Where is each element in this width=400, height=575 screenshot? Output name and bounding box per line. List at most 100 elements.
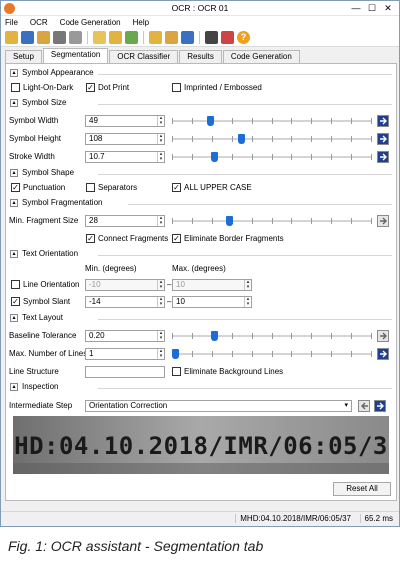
stroke-width-autodetect-button[interactable] <box>377 151 389 163</box>
save-icon[interactable] <box>21 31 34 44</box>
slider-thumb[interactable] <box>211 331 218 341</box>
tab-segmentation[interactable]: Segmentation <box>42 48 109 63</box>
slider-tick <box>291 351 292 357</box>
symbol-width-spinbox[interactable]: 49 ▴ ▾ <box>85 115 165 127</box>
tab-results[interactable]: Results <box>179 50 222 63</box>
symbol-width-slider[interactable] <box>172 115 372 127</box>
minimize-button[interactable]: — <box>349 2 363 14</box>
min-fragment-size-label: Min. Fragment Size <box>9 216 79 225</box>
slider-thumb[interactable] <box>238 134 245 144</box>
line-orientation-checkbox[interactable] <box>11 280 20 289</box>
separators-checkbox[interactable] <box>86 183 95 192</box>
close-button[interactable]: ✕ <box>381 2 395 14</box>
menu-code-generation[interactable]: Code Generation <box>60 18 121 27</box>
settings-icon[interactable] <box>69 31 82 44</box>
text-check-icon[interactable] <box>205 31 218 44</box>
slider-thumb[interactable] <box>211 152 218 162</box>
baseline-tolerance-label: Baseline Tolerance <box>9 331 77 340</box>
range-dash: – <box>167 280 172 289</box>
camera-icon[interactable] <box>53 31 66 44</box>
section-symbol-size[interactable]: ▴ Symbol Size <box>8 98 394 109</box>
line-structure-input[interactable] <box>85 366 165 378</box>
stroke-width-spinbox[interactable]: 10.7 ▴ ▾ <box>85 151 165 163</box>
tab-code-generation[interactable]: Code Generation <box>222 50 300 63</box>
section-text-layout[interactable]: ▴ Text Layout <box>8 313 394 324</box>
chart-icon[interactable] <box>221 31 234 44</box>
intermediate-step-dropdown[interactable]: Orientation Correction ▾ <box>85 400 352 412</box>
section-title: Symbol Fragmentation <box>22 198 103 207</box>
all-upper-case-checkbox[interactable]: ✓ <box>172 183 181 192</box>
collapse-toggle[interactable]: ▴ <box>10 69 18 77</box>
connect-fragments-checkbox[interactable]: ✓ <box>86 234 95 243</box>
symbol-width-autodetect-button[interactable] <box>377 115 389 127</box>
slider-tick <box>252 218 253 224</box>
reset-all-button[interactable]: Reset All <box>333 482 391 496</box>
slider-thumb[interactable] <box>226 216 233 226</box>
slider-tick <box>252 154 253 160</box>
menu-ocr[interactable]: OCR <box>30 18 48 27</box>
maximize-button[interactable]: ☐ <box>365 2 379 14</box>
help-icon[interactable]: ? <box>237 31 250 44</box>
baseline-tolerance-slider[interactable] <box>172 330 372 342</box>
tab-ocr-classifier[interactable]: OCR Classifier <box>109 50 179 63</box>
symbol-slant-checkbox[interactable]: ✓ <box>11 297 20 306</box>
min-fragment-size-autodetect-button[interactable] <box>377 215 389 227</box>
punctuation-checkbox[interactable]: ✓ <box>11 183 20 192</box>
imprinted-checkbox[interactable] <box>172 83 181 92</box>
section-inspection[interactable]: ▴ Inspection <box>8 382 394 393</box>
symbol-slant-min-spinbox[interactable]: -14 ▴ ▾ <box>85 296 165 308</box>
section-symbol-fragmentation[interactable]: ▴ Symbol Fragmentation <box>8 198 394 209</box>
slider-tick <box>272 118 273 124</box>
max-number-of-lines-slider[interactable] <box>172 348 372 360</box>
train-icon[interactable] <box>125 31 138 44</box>
import-icon[interactable] <box>37 31 50 44</box>
collapse-toggle[interactable]: ▴ <box>10 314 18 322</box>
slider-tick <box>331 118 332 124</box>
open-icon[interactable] <box>149 31 162 44</box>
section-symbol-shape[interactable]: ▴ Symbol Shape <box>8 168 394 179</box>
max-number-of-lines-autodetect-button[interactable] <box>377 348 389 360</box>
open-folder-icon[interactable] <box>5 31 18 44</box>
collapse-toggle[interactable]: ▴ <box>10 169 18 177</box>
menu-file[interactable]: File <box>5 18 18 27</box>
collapse-toggle[interactable]: ▴ <box>10 199 18 207</box>
line-orientation-min-spinbox[interactable]: -10 ▴ ▾ <box>85 279 165 291</box>
export-icon[interactable] <box>181 31 194 44</box>
symbol-height-spinbox[interactable]: 108 ▴ ▾ <box>85 133 165 145</box>
line-orientation-max-spinbox[interactable]: 10 ▴ ▾ <box>172 279 252 291</box>
dot-print-checkbox[interactable]: ✓ <box>86 83 95 92</box>
section-symbol-appearance[interactable]: ▴ Symbol Appearance <box>8 68 394 79</box>
menu-help[interactable]: Help <box>133 18 149 27</box>
symbol-height-autodetect-button[interactable] <box>377 133 389 145</box>
light-on-dark-checkbox[interactable] <box>11 83 20 92</box>
collapse-toggle[interactable]: ▴ <box>10 250 18 258</box>
slider-tick <box>272 333 273 339</box>
min-fragment-size-slider[interactable] <box>172 215 372 227</box>
segmentation-panel: ▴ Symbol Appearance Light-On-Dark ✓ Dot … <box>5 63 397 501</box>
collapse-toggle[interactable]: ▴ <box>10 383 18 391</box>
tab-setup[interactable]: Setup <box>5 50 42 63</box>
symbol-slant-max-spinbox[interactable]: 10 ▴ ▾ <box>172 296 252 308</box>
symbol-height-slider[interactable] <box>172 133 372 145</box>
slider-tick <box>232 154 233 160</box>
folder-icon[interactable] <box>109 31 122 44</box>
annotate-icon[interactable] <box>93 31 106 44</box>
line-orientation-label: Line Orientation <box>23 280 80 289</box>
stroke-width-slider[interactable] <box>172 151 372 163</box>
inspection-preview-image: MHD:04.10.2018/IMR/06:05/37 <box>13 416 389 474</box>
baseline-tolerance-autodetect-button[interactable] <box>377 330 389 342</box>
baseline-tolerance-spinbox[interactable]: 0.20 ▴ ▾ <box>85 330 165 342</box>
slider-thumb[interactable] <box>207 116 214 126</box>
separators-label: Separators <box>98 183 138 192</box>
save-config-icon[interactable] <box>165 31 178 44</box>
max-number-of-lines-spinbox[interactable]: 1 ▴ ▾ <box>85 348 165 360</box>
previous-step-button[interactable] <box>358 400 370 412</box>
eliminate-border-fragments-checkbox[interactable]: ✓ <box>172 234 181 243</box>
next-step-button[interactable] <box>374 400 386 412</box>
stroke-width-label: Stroke Width <box>9 152 55 161</box>
eliminate-background-lines-checkbox[interactable] <box>172 367 181 376</box>
min-fragment-size-spinbox[interactable]: 28 ▴ ▾ <box>85 215 165 227</box>
section-text-orientation[interactable]: ▴ Text Orientation <box>8 249 394 260</box>
slider-thumb[interactable] <box>172 349 179 359</box>
collapse-toggle[interactable]: ▴ <box>10 99 18 107</box>
